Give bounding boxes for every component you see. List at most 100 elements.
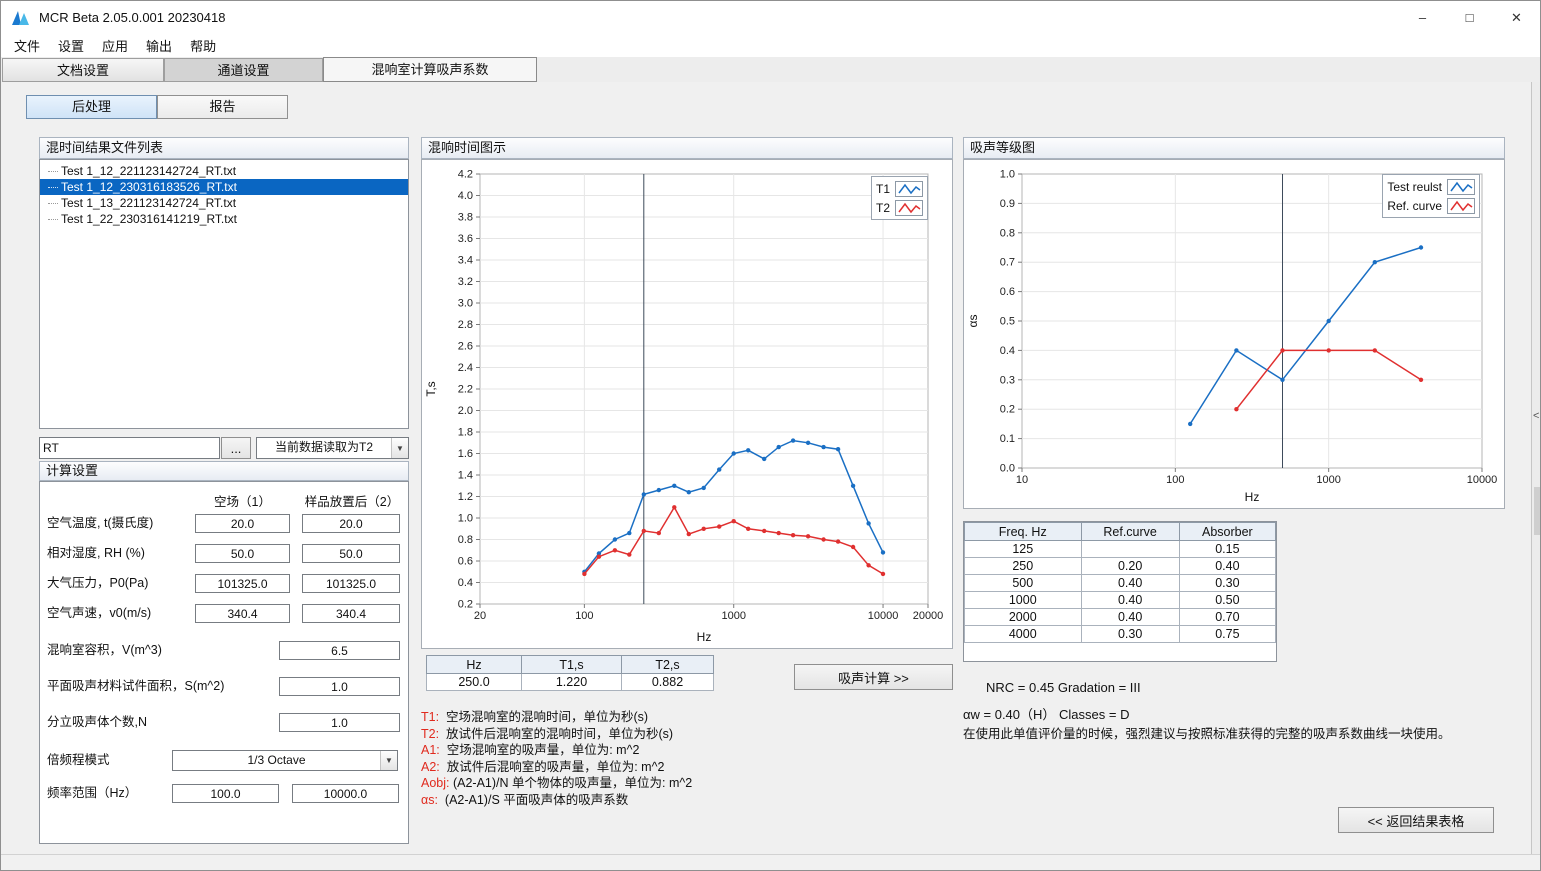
- note-prefix: A1:: [421, 743, 440, 757]
- freq-cell: 125: [965, 541, 1082, 558]
- rt-chart-header: 混响时间图示: [421, 137, 953, 159]
- file-name: Test 1_22_230316141219_RT.txt: [61, 211, 237, 227]
- humidity-field-1[interactable]: [195, 544, 290, 563]
- menu-apply[interactable]: 应用: [93, 34, 137, 57]
- tab-reverb-absorption[interactable]: 混响室计算吸声系数: [323, 57, 537, 82]
- tab-document-settings[interactable]: 文档设置: [2, 58, 164, 82]
- tree-connector-icon: [48, 187, 58, 188]
- octave-mode-value: 1/3 Octave: [247, 753, 305, 767]
- close-button[interactable]: ✕: [1493, 1, 1540, 34]
- svg-text:3.8: 3.8: [458, 212, 473, 224]
- series-swatch-icon: [1447, 179, 1475, 195]
- window-title: MCR Beta 2.05.0.001 20230418: [39, 10, 225, 25]
- abs-table-row[interactable]: 125 0.15: [965, 541, 1276, 558]
- svg-text:0.0: 0.0: [1000, 463, 1015, 475]
- rt-t1-cell: 1.220: [522, 674, 622, 691]
- room-volume-input[interactable]: [279, 641, 400, 660]
- svg-text:3.4: 3.4: [458, 255, 473, 267]
- svg-text:αs: αs: [966, 315, 980, 328]
- file-name: Test 1_12_230316183526_RT.txt: [61, 179, 237, 195]
- collapse-arrow-icon[interactable]: <: [1533, 410, 1539, 422]
- minimize-button[interactable]: –: [1399, 1, 1446, 34]
- refcurve-cell: 0.30: [1081, 626, 1179, 643]
- refcurve-cell: [1081, 541, 1179, 558]
- humidity-field-2[interactable]: [302, 544, 400, 563]
- air-temp-field-1[interactable]: [195, 514, 290, 533]
- file-list-item[interactable]: Test 1_13_221123142724_RT.txt: [40, 195, 408, 211]
- return-results-button[interactable]: << 返回结果表格: [1338, 807, 1494, 833]
- absorption-chart-header: 吸声等级图: [963, 137, 1505, 159]
- octave-mode-label: 倍频程模式: [47, 750, 110, 770]
- scrollbar-thumb[interactable]: [1534, 487, 1540, 535]
- abs-table-row[interactable]: 2500.200.40: [965, 558, 1276, 575]
- pressure-field-1[interactable]: [195, 574, 290, 593]
- absorber-count-label: 分立吸声体个数,N: [47, 712, 147, 732]
- right-splitter-strip[interactable]: <: [1531, 82, 1541, 854]
- absorb-calc-button[interactable]: 吸声计算 >>: [794, 664, 953, 690]
- tab-channel-settings[interactable]: 通道设置: [164, 58, 323, 82]
- svg-text:3.0: 3.0: [458, 298, 473, 310]
- browse-button[interactable]: ...: [221, 437, 251, 459]
- svg-text:1000: 1000: [1316, 474, 1340, 486]
- subtab-postprocess[interactable]: 后处理: [26, 95, 157, 119]
- abs-table-row[interactable]: 40000.300.75: [965, 626, 1276, 643]
- svg-text:1.8: 1.8: [458, 427, 473, 439]
- pressure-field-2[interactable]: [302, 574, 400, 593]
- tree-connector-icon: [48, 171, 58, 172]
- main-tab-strip: 文档设置 通道设置 混响室计算吸声系数: [1, 57, 1540, 82]
- refcurve-cell: 0.40: [1081, 592, 1179, 609]
- svg-text:T,s: T,s: [424, 381, 438, 396]
- abs-table-row[interactable]: 5000.400.30: [965, 575, 1276, 592]
- air-temp-field-2[interactable]: [302, 514, 400, 533]
- subtab-report[interactable]: 报告: [157, 95, 288, 119]
- file-list-item-selected[interactable]: Test 1_12_230316183526_RT.txt: [40, 179, 408, 195]
- rt-table-row[interactable]: 250.0 1.220 0.882: [427, 674, 714, 691]
- abs-table-row[interactable]: 10000.400.50: [965, 592, 1276, 609]
- menu-help[interactable]: 帮助: [181, 34, 225, 57]
- freq-min-input[interactable]: [172, 784, 279, 803]
- menu-file[interactable]: 文件: [5, 34, 49, 57]
- svg-text:3.2: 3.2: [458, 276, 473, 288]
- freq-cell: 2000: [965, 609, 1082, 626]
- note-prefix: T1:: [421, 710, 439, 724]
- absorber-cell: 0.75: [1179, 626, 1275, 643]
- absorption-table: Freq. Hz Ref.curve Absorber 125 0.15 2500…: [964, 522, 1276, 643]
- sound-speed-field-2[interactable]: [302, 604, 400, 623]
- maximize-button[interactable]: □: [1446, 1, 1493, 34]
- menu-settings[interactable]: 设置: [49, 34, 93, 57]
- octave-mode-combo[interactable]: 1/3 Octave ▼: [172, 750, 398, 771]
- abs-table-header: Freq. Hz: [965, 523, 1082, 541]
- svg-text:2.0: 2.0: [458, 405, 473, 417]
- file-list-item[interactable]: Test 1_22_230316141219_RT.txt: [40, 211, 408, 227]
- absorber-count-input[interactable]: [279, 713, 400, 732]
- absorber-cell: 0.70: [1179, 609, 1275, 626]
- file-list-item[interactable]: Test 1_12_221123142724_RT.txt: [40, 163, 408, 179]
- calc-settings-header: 计算设置: [39, 461, 409, 481]
- menu-output[interactable]: 输出: [137, 34, 181, 57]
- absorber-cell: 0.30: [1179, 575, 1275, 592]
- rt-name-input[interactable]: [39, 437, 220, 459]
- file-name: Test 1_13_221123142724_RT.txt: [61, 195, 236, 211]
- abs-table-header: Absorber: [1179, 523, 1275, 541]
- svg-text:0.8: 0.8: [1000, 227, 1015, 239]
- file-list-header: 混时间结果文件列表: [39, 137, 409, 159]
- abs-table-header: Ref.curve: [1081, 523, 1179, 541]
- abs-table-row[interactable]: 20000.400.70: [965, 609, 1276, 626]
- freq-max-input[interactable]: [292, 784, 399, 803]
- rt-chart-legend: T1T2: [871, 176, 928, 220]
- usage-note: 在使用此单值评价量的时候，强烈建议与按照标准获得的完整的吸声系数曲线一块使用。: [963, 723, 1451, 742]
- data-read-combo[interactable]: 当前数据读取为T2 ▼: [256, 437, 409, 459]
- svg-text:1000: 1000: [721, 610, 745, 622]
- legend-entry: Ref. curve: [1387, 196, 1475, 215]
- absorption-chart[interactable]: 0.00.10.20.30.40.50.60.70.80.91.01010010…: [963, 159, 1505, 509]
- rt-chart[interactable]: 0.20.40.60.81.01.21.41.61.82.02.22.42.62…: [421, 159, 953, 649]
- tree-connector-icon: [48, 203, 58, 204]
- svg-text:0.9: 0.9: [1000, 198, 1015, 210]
- note-prefix: Aobj:: [421, 776, 450, 790]
- rt-file-list: Test 1_12_221123142724_RT.txt Test 1_12_…: [39, 159, 409, 429]
- legend-entry: Test reulst: [1387, 177, 1475, 196]
- absorber-cell: 0.15: [1179, 541, 1275, 558]
- series-swatch-icon: [895, 181, 923, 197]
- sound-speed-field-1[interactable]: [195, 604, 290, 623]
- sample-area-input[interactable]: [279, 677, 400, 696]
